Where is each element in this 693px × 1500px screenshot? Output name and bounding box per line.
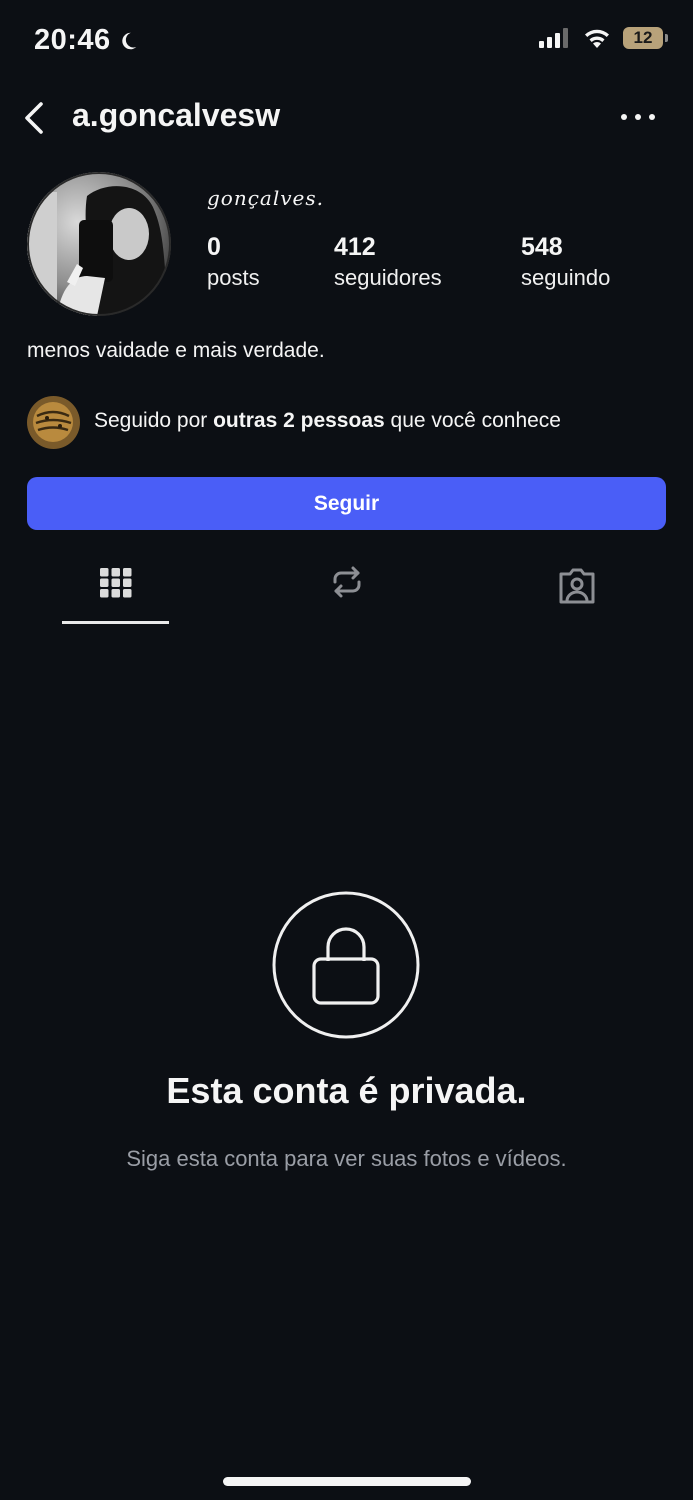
more-dot: [635, 114, 641, 120]
moon-icon: [121, 32, 136, 49]
follow-button[interactable]: Seguir: [27, 477, 666, 530]
private-account-subtitle: Siga esta conta para ver suas fotos e ví…: [126, 1146, 567, 1171]
stat-followers-label: seguidores: [334, 265, 442, 290]
stat-following-value: 548: [521, 233, 563, 261]
stat-following[interactable]: 548 seguindo: [521, 232, 610, 294]
avatar-photo: [27, 172, 171, 316]
reposts-icon: [333, 566, 361, 598]
profile-display-name: gonçalves.: [207, 186, 325, 210]
private-account-title: Esta conta é privada.: [166, 1070, 527, 1111]
stat-followers[interactable]: 412 seguidores: [334, 232, 442, 294]
signal-icon: [539, 28, 568, 48]
back-button[interactable]: [18, 100, 50, 136]
battery-indicator: 12: [623, 27, 668, 49]
mutual-suffix: que você conhece: [384, 409, 561, 432]
profile-avatar[interactable]: [27, 172, 171, 316]
profile-username: a.goncalvesw: [72, 97, 281, 133]
home-indicator[interactable]: [223, 1477, 471, 1486]
battery-level: 12: [633, 28, 653, 47]
more-dot: [649, 114, 655, 120]
status-bar-indicators: 12: [539, 27, 668, 49]
stat-posts-value: 0: [207, 233, 221, 261]
mutual-avatar-photo: [27, 396, 80, 449]
lock-icon: [272, 891, 420, 1039]
stat-following-label: seguindo: [521, 265, 611, 290]
active-tab-indicator: [62, 621, 169, 624]
tab-reposts[interactable]: [293, 560, 401, 624]
stat-posts: 0 posts: [207, 232, 260, 294]
tagged-icon: [559, 568, 595, 604]
more-options-button[interactable]: [621, 105, 655, 129]
wifi-icon: [585, 29, 609, 48]
chevron-left-icon: [25, 102, 43, 134]
mutual-followers-text[interactable]: Seguido por outras 2 pessoas que você co…: [94, 409, 561, 433]
status-bar-time: 20:46: [34, 24, 139, 57]
mutual-count: outras 2 pessoas: [213, 409, 385, 432]
stat-posts-label: posts: [207, 265, 260, 290]
tab-tagged[interactable]: [523, 560, 631, 624]
mutual-prefix: Seguido por: [94, 409, 214, 432]
private-lock-badge: [272, 891, 420, 1039]
clock-text: 20:46: [34, 24, 111, 56]
stat-followers-value: 412: [334, 233, 376, 261]
more-dot: [621, 114, 627, 120]
profile-bio: menos vaidade e mais verdade.: [27, 339, 325, 362]
tab-posts-grid[interactable]: [62, 560, 170, 624]
grid-icon: [100, 568, 132, 598]
mutual-follower-avatar[interactable]: [27, 396, 80, 449]
